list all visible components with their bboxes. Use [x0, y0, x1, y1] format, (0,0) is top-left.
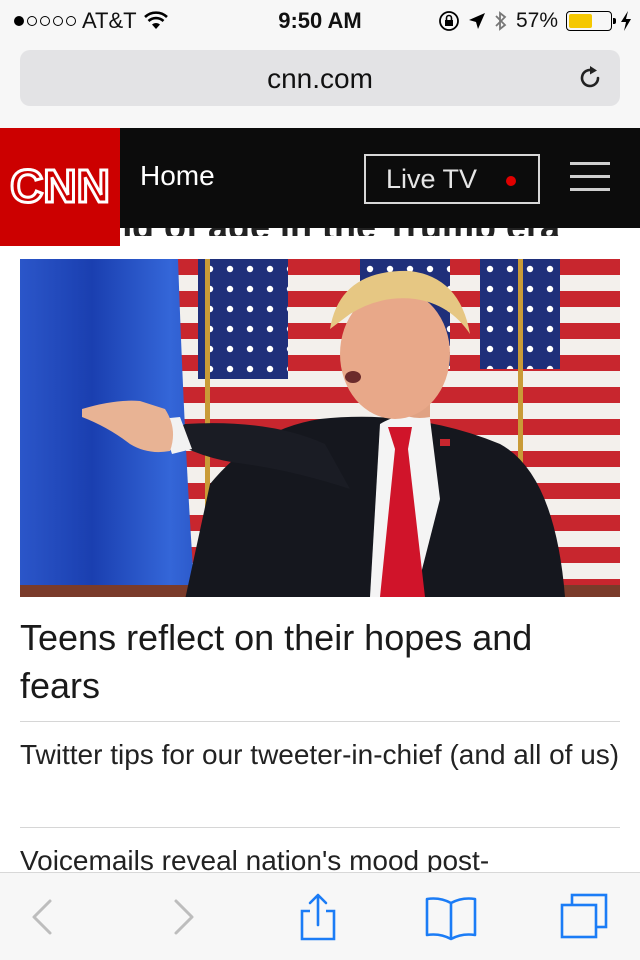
share-icon[interactable] [294, 893, 342, 941]
forward-icon[interactable] [158, 893, 206, 941]
bookmarks-icon[interactable] [424, 893, 478, 941]
live-tv-button[interactable]: Live TV [364, 154, 540, 204]
story-divider [20, 827, 620, 828]
hero-image[interactable] [20, 259, 620, 597]
status-right: 57% [438, 8, 632, 34]
story-divider [20, 721, 620, 722]
battery-percent: 57% [515, 9, 558, 32]
story-link-0[interactable]: Twitter tips for our tweeter-in-chief (a… [20, 736, 620, 774]
cnn-logo[interactable]: CNN [0, 128, 120, 246]
back-icon[interactable] [20, 893, 68, 941]
charging-icon [621, 11, 631, 31]
cnn-logo-mark: CNN [9, 159, 112, 214]
location-icon [468, 13, 485, 29]
browser-toolbar [0, 872, 640, 960]
reload-icon[interactable] [576, 64, 604, 92]
hero-photo [20, 259, 620, 597]
status-bar: AT&T 9:50 AM 57% [0, 0, 640, 40]
article-content: Coming of age in the Trump era [0, 228, 640, 872]
tabs-icon[interactable] [558, 893, 610, 941]
story-link-1[interactable]: Voicemails reveal nation's mood post- [20, 842, 620, 872]
address-bar[interactable]: cnn.com [20, 50, 620, 106]
battery-icon [566, 11, 616, 31]
cnn-header: CNN Home Live TV [0, 128, 640, 246]
menu-icon[interactable] [570, 162, 610, 192]
bluetooth-icon [495, 11, 507, 31]
main-headline[interactable]: Teens reflect on their hopes and fears [20, 614, 620, 710]
battery-level-fill [569, 14, 592, 28]
cnn-logo-text: CNN [10, 160, 110, 212]
live-tv-label: Live TV [386, 163, 478, 194]
browser-address-area: cnn.com [0, 40, 640, 128]
live-indicator-dot [506, 176, 516, 186]
rotation-lock-icon [439, 11, 459, 31]
url-text[interactable]: cnn.com [20, 63, 620, 95]
nav-home-link[interactable]: Home [140, 160, 215, 192]
